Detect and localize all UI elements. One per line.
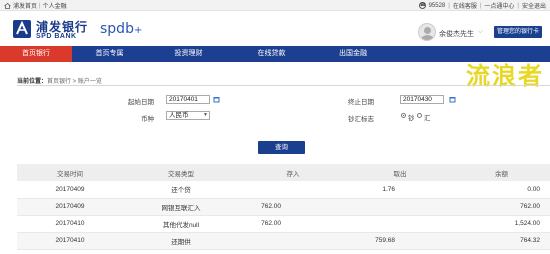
divider <box>17 85 550 86</box>
cell-type: 还个贷 <box>123 181 239 199</box>
transaction-table: 交易时间 交易类型 存入 取出 余额 20170409 还个贷 1.76 0.0… <box>17 164 550 250</box>
start-date-label: 起始日期 <box>128 99 154 106</box>
cell-deposit: 762.00 <box>239 215 347 233</box>
col-header-deposit: 存入 <box>239 164 347 181</box>
cell-balance: 764.32 <box>453 232 550 250</box>
manage-cards-button[interactable]: 管理您的银行卡 <box>494 26 543 38</box>
online-service-link[interactable]: 在线客服 <box>453 1 477 10</box>
calendar-icon[interactable] <box>449 96 456 103</box>
cell-time: 20170409 <box>17 198 123 216</box>
calendar-icon[interactable] <box>213 96 220 103</box>
table-header-row: 交易时间 交易类型 存入 取出 余额 <box>17 164 550 181</box>
query-button[interactable]: 查询 <box>258 141 305 154</box>
end-date-input[interactable]: 20170430 <box>400 95 444 104</box>
home-icon <box>4 2 11 9</box>
col-header-time: 交易时间 <box>17 164 123 181</box>
end-date-label: 终止日期 <box>348 99 374 106</box>
user-name[interactable]: 余俊杰先生 <box>439 29 474 39</box>
cell-type: 其他代发null <box>123 215 239 233</box>
nav-item-home-bank[interactable]: 首页银行 <box>0 46 72 62</box>
service-center-link[interactable]: 一点通中心 <box>484 1 514 10</box>
cell-time: 20170410 <box>17 232 123 250</box>
cell-balance: 1,524.00 <box>453 215 550 233</box>
radio-remit[interactable] <box>417 113 422 118</box>
chevron-down-icon[interactable]: ⌵ <box>478 29 483 36</box>
cell-withdraw <box>347 198 453 216</box>
table-row: 20170409 网银互联汇入 762.00 762.00 <box>17 198 550 216</box>
phone-icon: ☎ <box>418 2 426 9</box>
cell-time: 20170410 <box>17 215 123 233</box>
radio-remit-label: 汇 <box>424 115 431 122</box>
cell-balance: 762.00 <box>453 198 550 216</box>
cell-withdraw: 759.68 <box>347 232 453 250</box>
top-utility-bar: 浦发首页 | 个人金融 ☎ 95528 | 在线客服 | 一点通中心 | 安全退… <box>0 0 550 11</box>
cell-deposit: 762.00 <box>239 198 347 216</box>
bank-name-en: SPD BANK <box>36 33 77 40</box>
home-link[interactable]: 浦发首页 <box>13 1 37 10</box>
table-row: 20170410 还期供 759.68 764.32 <box>17 232 550 250</box>
table-row: 20170409 还个贷 1.76 0.00 <box>17 181 550 199</box>
avatar[interactable] <box>418 23 436 41</box>
table-row: 20170410 其他代发null 762.00 1,524.00 <box>17 215 550 233</box>
bank-logo-icon[interactable] <box>12 19 32 39</box>
cell-deposit <box>239 181 347 199</box>
header: 浦发银行 SPD BANK spdb+ 余俊杰先生 ⌵ 管理您的银行卡 <box>0 11 550 46</box>
col-header-balance: 余额 <box>453 164 550 181</box>
currency-value: 人民币 <box>169 112 189 119</box>
cash-remit-label: 钞汇标志 <box>348 116 374 123</box>
breadcrumb: 当前位置：首页银行 > 账户一览 <box>17 76 102 85</box>
nav-item-online-loan[interactable]: 在线贷款 <box>230 46 313 62</box>
spdb-logo[interactable]: spdb+ <box>100 21 142 37</box>
personal-finance-link[interactable]: 个人金融 <box>43 1 67 10</box>
cell-deposit <box>239 232 347 250</box>
nav-item-exclusive[interactable]: 首页专属 <box>72 46 147 62</box>
cell-type: 网银互联汇入 <box>123 198 239 216</box>
nav-item-overseas[interactable]: 出国金融 <box>313 46 393 62</box>
currency-label: 币种 <box>141 116 154 123</box>
radio-cash[interactable] <box>401 113 406 118</box>
cell-balance: 0.00 <box>453 181 550 199</box>
cell-withdraw: 1.76 <box>347 181 453 199</box>
radio-cash-label: 钞 <box>408 115 415 122</box>
col-header-type: 交易类型 <box>123 164 239 181</box>
start-date-input[interactable]: 20170401 <box>166 95 210 104</box>
cell-type: 还期供 <box>123 232 239 250</box>
col-header-withdraw: 取出 <box>347 164 453 181</box>
cell-time: 20170409 <box>17 181 123 199</box>
chevron-down-icon: ▼ <box>203 112 208 118</box>
currency-select[interactable]: 人民币 ▼ <box>166 111 210 120</box>
logout-link[interactable]: 安全退出 <box>522 1 546 10</box>
hotline-number: 95528 <box>428 2 446 9</box>
cell-withdraw <box>347 215 453 233</box>
nav-item-investment[interactable]: 投资理财 <box>147 46 230 62</box>
